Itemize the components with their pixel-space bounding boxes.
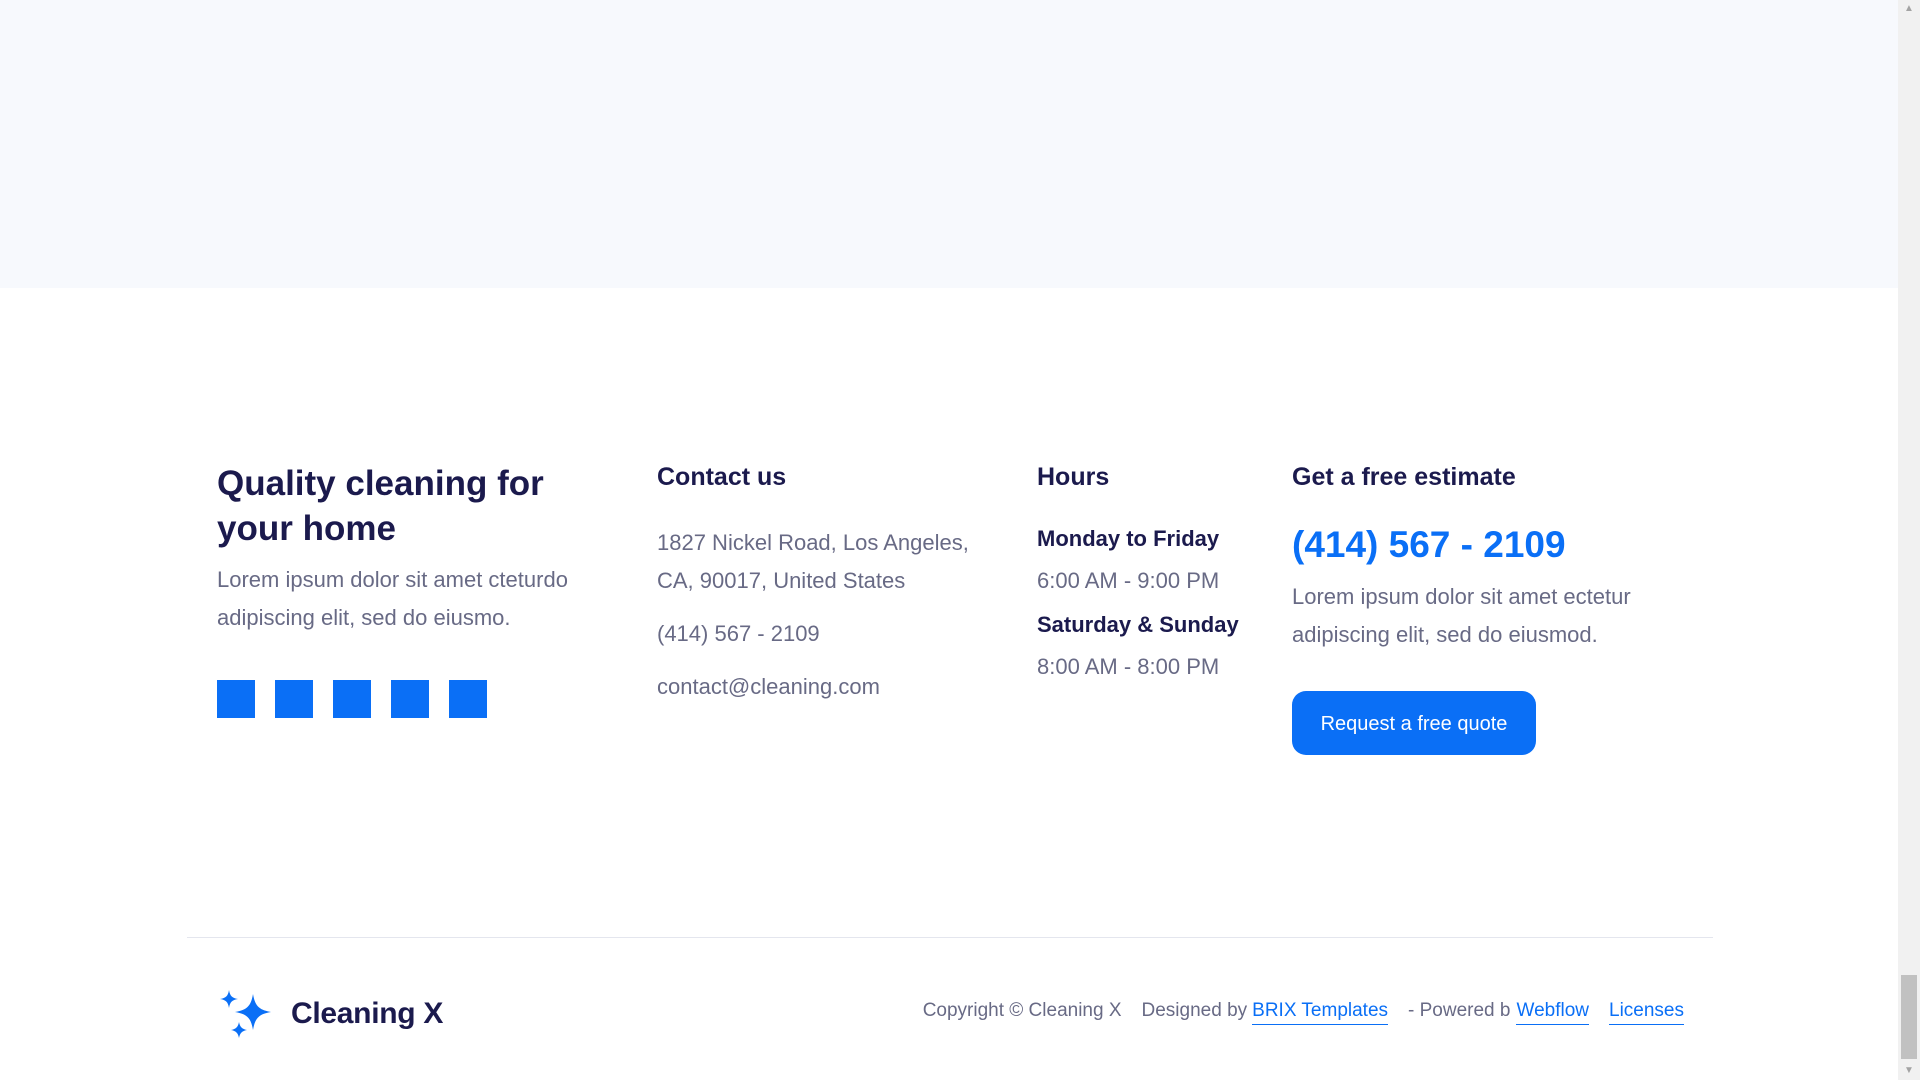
weekday-hours: 6:00 AM - 9:00 PM — [1037, 568, 1220, 593]
footer-hours-column: Hours Monday to Friday 6:00 AM - 9:00 PM… — [1037, 462, 1267, 686]
scroll-up-arrow-icon[interactable]: ▲ — [1898, 0, 1920, 18]
estimate-description: Lorem ipsum dolor sit amet ectetur adipi… — [1292, 584, 1631, 647]
hours-heading: Hours — [1037, 463, 1110, 491]
social-links — [217, 680, 617, 718]
footer-contact-column: Contact us 1827 Nickel Road, Los Angeles… — [657, 462, 997, 706]
footer-about-description: Lorem ipsum dolor sit amet cteturdo adip… — [217, 567, 568, 630]
footer-logo[interactable]: Cleaning X — [217, 988, 443, 1040]
youtube-icon[interactable] — [449, 680, 487, 718]
footer-bottom-links: Copyright © Cleaning X Designed by BRIX … — [923, 1000, 1684, 1025]
top-section-background — [0, 0, 1898, 288]
linkedin-icon[interactable] — [391, 680, 429, 718]
webflow-link[interactable]: Webflow — [1516, 1000, 1589, 1025]
estimate-phone-link[interactable]: (414) 567 - 2109 — [1292, 522, 1712, 568]
scroll-down-arrow-icon[interactable]: ▼ — [1898, 1062, 1920, 1080]
licenses-link[interactable]: Licenses — [1609, 1000, 1684, 1025]
copyright-text: Copyright © Cleaning X — [922, 1000, 1122, 1021]
footer-estimate-column: Get a free estimate (414) 567 - 2109 Lor… — [1292, 462, 1712, 755]
page-scrollbar[interactable]: ▲ ▼ — [1898, 0, 1920, 1080]
contact-phone-link[interactable]: (414) 567 - 2109 — [657, 615, 997, 653]
contact-heading: Contact us — [657, 463, 787, 491]
instagram-icon[interactable] — [333, 680, 371, 718]
logo-text: Cleaning X — [291, 997, 444, 1030]
footer-about-title: Quality cleaning for your home — [217, 464, 544, 548]
estimate-heading: Get a free estimate — [1292, 463, 1516, 491]
contact-email-link[interactable]: contact@cleaning.com — [657, 668, 997, 706]
weekend-label: Saturday & Sunday — [1037, 612, 1239, 637]
weekend-hours: 8:00 AM - 8:00 PM — [1037, 654, 1220, 679]
sparkle-logo-icon — [220, 990, 271, 1038]
facebook-icon[interactable] — [217, 680, 255, 718]
page: Quality cleaning for your home Lorem ips… — [0, 0, 1920, 1080]
weekday-label: Monday to Friday — [1037, 526, 1220, 551]
request-quote-button[interactable]: Request a free quote — [1292, 691, 1536, 755]
footer-divider — [187, 937, 1713, 938]
powered-by-text: - Powered b — [1408, 1000, 1511, 1021]
contact-address: 1827 Nickel Road, Los Angeles, CA, 90017… — [657, 530, 969, 593]
scrollbar-thumb[interactable] — [1901, 975, 1917, 1059]
brix-templates-link[interactable]: BRIX Templates — [1252, 1000, 1389, 1025]
designed-by-text: Designed by — [1141, 1000, 1248, 1021]
footer-about-column: Quality cleaning for your home Lorem ips… — [217, 461, 617, 718]
twitter-icon[interactable] — [275, 680, 313, 718]
